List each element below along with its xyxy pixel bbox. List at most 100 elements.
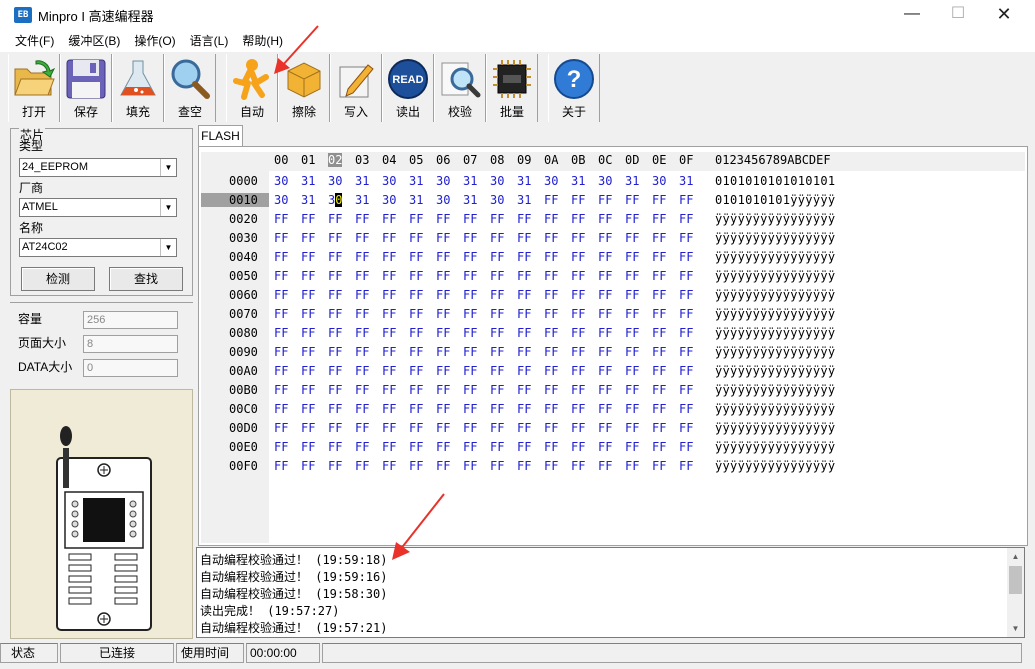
hex-byte-cell[interactable]: FF — [274, 231, 288, 245]
hex-byte-cell[interactable]: FF — [571, 383, 585, 397]
ascii-row[interactable]: ÿÿÿÿÿÿÿÿÿÿÿÿÿÿÿÿ — [715, 402, 835, 416]
hex-byte-cell[interactable]: FF — [517, 326, 531, 340]
hex-byte-cell[interactable]: FF — [463, 459, 477, 473]
hex-byte-cell[interactable]: FF — [409, 383, 423, 397]
hex-byte-cell[interactable]: FF — [598, 459, 612, 473]
hex-byte-cell[interactable]: FF — [517, 212, 531, 226]
menu-help[interactable]: 帮助(H) — [235, 30, 290, 52]
hex-byte-cell[interactable]: FF — [355, 383, 369, 397]
hex-byte-cell[interactable]: FF — [571, 269, 585, 283]
hex-byte-cell[interactable]: FF — [382, 440, 396, 454]
hex-byte-cell[interactable]: FF — [571, 440, 585, 454]
hex-byte-cell[interactable]: FF — [463, 307, 477, 321]
hex-byte-cell[interactable]: FF — [571, 326, 585, 340]
hex-byte-cell[interactable]: FF — [625, 307, 639, 321]
hex-byte-cell[interactable]: FF — [355, 307, 369, 321]
ascii-row[interactable]: ÿÿÿÿÿÿÿÿÿÿÿÿÿÿÿÿ — [715, 269, 835, 283]
hex-byte-cell[interactable]: FF — [652, 231, 666, 245]
ascii-row[interactable]: ÿÿÿÿÿÿÿÿÿÿÿÿÿÿÿÿ — [715, 345, 835, 359]
save-button[interactable]: 保存 — [60, 54, 112, 122]
tab-flash[interactable]: FLASH — [198, 125, 243, 147]
open-button[interactable]: 打开 — [8, 54, 60, 122]
hex-byte-cell[interactable]: FF — [436, 307, 450, 321]
hex-byte-cell[interactable]: FF — [598, 269, 612, 283]
hex-byte-cell[interactable]: FF — [463, 231, 477, 245]
hex-byte-cell[interactable]: FF — [679, 440, 693, 454]
about-button[interactable]: ? 关于 — [548, 54, 600, 122]
hex-byte-cell[interactable]: 31 — [355, 193, 369, 207]
hex-byte-cell[interactable]: FF — [463, 250, 477, 264]
hex-byte-cell[interactable]: 31 — [301, 174, 315, 188]
hex-byte-cell[interactable]: FF — [679, 326, 693, 340]
menu-file[interactable]: 文件(F) — [8, 30, 61, 52]
hex-byte-cell[interactable]: FF — [274, 345, 288, 359]
hex-byte-cell[interactable]: FF — [598, 440, 612, 454]
hex-byte-cell[interactable]: FF — [490, 250, 504, 264]
hex-byte-cell[interactable]: FF — [436, 364, 450, 378]
hex-byte-cell[interactable]: FF — [328, 250, 342, 264]
hex-byte-cell[interactable]: FF — [652, 288, 666, 302]
hex-byte-cell[interactable]: FF — [382, 231, 396, 245]
hex-byte-cell[interactable]: FF — [571, 345, 585, 359]
hex-byte-cell[interactable]: FF — [571, 250, 585, 264]
hex-byte-cell[interactable]: FF — [301, 440, 315, 454]
hex-byte-cell[interactable]: FF — [409, 402, 423, 416]
hex-byte-cell[interactable]: FF — [301, 326, 315, 340]
hex-byte-cell[interactable]: 31 — [517, 193, 531, 207]
hex-byte-cell[interactable]: FF — [544, 250, 558, 264]
hex-byte-cell[interactable]: FF — [544, 288, 558, 302]
hex-byte-cell[interactable]: FF — [355, 326, 369, 340]
ascii-row[interactable]: ÿÿÿÿÿÿÿÿÿÿÿÿÿÿÿÿ — [715, 364, 835, 378]
hex-byte-cell[interactable]: FF — [598, 402, 612, 416]
hex-byte-cell[interactable]: FF — [517, 440, 531, 454]
hex-byte-cell[interactable]: FF — [301, 212, 315, 226]
hex-byte-cell[interactable]: FF — [301, 402, 315, 416]
vendor-select[interactable]: ATMEL ▼ — [19, 198, 177, 217]
hex-byte-cell[interactable]: FF — [571, 193, 585, 207]
hex-byte-cell[interactable]: FF — [463, 345, 477, 359]
hex-byte-cell[interactable]: FF — [517, 383, 531, 397]
hex-byte-cell[interactable]: FF — [274, 402, 288, 416]
hex-byte-cell[interactable]: FF — [625, 364, 639, 378]
hex-byte-cell[interactable]: FF — [328, 440, 342, 454]
ascii-row[interactable]: ÿÿÿÿÿÿÿÿÿÿÿÿÿÿÿÿ — [715, 421, 835, 435]
hex-byte-cell[interactable]: 31 — [463, 174, 477, 188]
hex-byte-cell[interactable]: FF — [679, 212, 693, 226]
hex-byte-cell[interactable]: FF — [598, 326, 612, 340]
hex-byte-cell[interactable]: FF — [571, 364, 585, 378]
hex-byte-cell[interactable]: FF — [301, 288, 315, 302]
hex-byte-cell[interactable]: FF — [679, 288, 693, 302]
hex-byte-cell[interactable]: FF — [652, 383, 666, 397]
hex-byte-cell[interactable]: FF — [463, 364, 477, 378]
ascii-row[interactable]: ÿÿÿÿÿÿÿÿÿÿÿÿÿÿÿÿ — [715, 212, 835, 226]
hex-byte-cell[interactable]: FF — [463, 402, 477, 416]
hex-byte-cell[interactable]: FF — [679, 269, 693, 283]
hex-byte-cell[interactable]: FF — [355, 212, 369, 226]
hex-byte-cell[interactable]: FF — [544, 459, 558, 473]
hex-byte-cell[interactable]: 31 — [517, 174, 531, 188]
hex-byte-cell[interactable]: FF — [463, 440, 477, 454]
hex-byte-cell[interactable]: FF — [517, 250, 531, 264]
hex-byte-cell[interactable]: FF — [274, 307, 288, 321]
hex-byte-cell[interactable]: FF — [274, 269, 288, 283]
hex-byte-cell[interactable]: 31 — [409, 174, 423, 188]
ascii-row[interactable]: 0101010101010101 — [715, 174, 835, 188]
hex-byte-cell[interactable]: FF — [274, 326, 288, 340]
hex-byte-cell[interactable]: FF — [652, 269, 666, 283]
hex-byte-cell[interactable]: FF — [652, 459, 666, 473]
hex-byte-cell[interactable]: FF — [490, 402, 504, 416]
hex-byte-cell[interactable]: FF — [625, 288, 639, 302]
hex-byte-cell[interactable]: FF — [598, 250, 612, 264]
hex-byte-cell[interactable]: FF — [625, 231, 639, 245]
hex-byte-cell[interactable]: FF — [382, 345, 396, 359]
hex-byte-cell[interactable]: 31 — [679, 174, 693, 188]
hex-byte-cell[interactable]: FF — [463, 383, 477, 397]
hex-byte-cell[interactable]: FF — [598, 383, 612, 397]
hex-byte-cell[interactable]: FF — [382, 326, 396, 340]
hex-byte-cell[interactable]: FF — [301, 364, 315, 378]
hex-byte-cell[interactable]: FF — [544, 212, 558, 226]
log-scrollbar[interactable]: ▲ ▼ — [1007, 548, 1024, 637]
hex-byte-cell[interactable]: FF — [679, 250, 693, 264]
hex-byte-cell[interactable]: FF — [625, 193, 639, 207]
hex-byte-cell[interactable]: FF — [652, 402, 666, 416]
